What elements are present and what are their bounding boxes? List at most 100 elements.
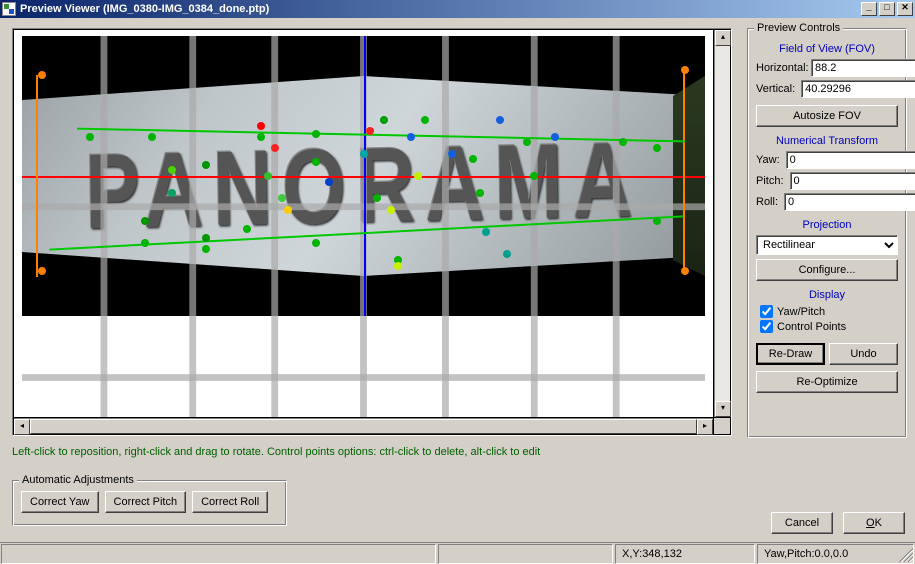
app-icon: [2, 2, 16, 16]
control-point-dot[interactable]: [38, 71, 46, 79]
control-point-dot[interactable]: [202, 161, 210, 169]
control-point-dot[interactable]: [476, 189, 484, 197]
scroll-right-icon[interactable]: ▸: [697, 419, 713, 435]
status-pane-2: [438, 544, 613, 564]
preview-controls-title: Preview Controls: [754, 22, 843, 34]
control-point-dot[interactable]: [407, 133, 415, 141]
scroll-down-icon[interactable]: ▾: [715, 401, 731, 417]
control-point-dot[interactable]: [38, 267, 46, 275]
control-point-dot[interactable]: [168, 189, 176, 197]
control-point-dot[interactable]: [257, 122, 265, 130]
horizontal-input[interactable]: [811, 59, 915, 77]
reoptimize-button[interactable]: Re-Optimize: [756, 371, 898, 393]
maximize-button[interactable]: □: [879, 2, 895, 16]
correct-yaw-button[interactable]: Correct Yaw: [21, 491, 99, 513]
projection-select[interactable]: Rectilinear: [756, 235, 898, 255]
control-point-dot[interactable]: [496, 116, 504, 124]
preview-hscroll[interactable]: ◂ ▸: [14, 418, 713, 434]
correct-roll-button[interactable]: Correct Roll: [192, 491, 268, 513]
vertical-axis: [364, 36, 366, 316]
control-point-dot[interactable]: [86, 133, 94, 141]
control-point-dot[interactable]: [257, 133, 265, 141]
preview-canvas[interactable]: PANORAMA: [14, 30, 713, 417]
auto-adjustments-title: Automatic Adjustments: [19, 474, 137, 486]
auto-adjustments-group: Automatic Adjustments Correct Yaw Correc…: [12, 480, 287, 526]
autosize-fov-button[interactable]: Autosize FOV: [756, 105, 898, 127]
control-point-dot[interactable]: [503, 250, 511, 258]
pitch-label: Pitch:: [756, 175, 790, 187]
control-point-dot[interactable]: [148, 133, 156, 141]
vertical-input[interactable]: [801, 80, 915, 98]
vertical-label: Vertical:: [756, 83, 801, 95]
control-point-dot[interactable]: [271, 144, 279, 152]
control-point-dot[interactable]: [619, 138, 627, 146]
title-bar: Preview Viewer (IMG_0380-IMG_0384_done.p…: [0, 0, 915, 18]
control-point-dot[interactable]: [373, 194, 381, 202]
status-yawpitch: Yaw,Pitch: 0.0,0.0: [757, 544, 914, 564]
yaw-pitch-checkbox[interactable]: Yaw/Pitch: [760, 305, 898, 318]
control-points-label: Control Points: [777, 321, 846, 333]
control-point-dot[interactable]: [312, 130, 320, 138]
control-point-dot[interactable]: [380, 116, 388, 124]
status-bar: X,Y: 348,132 Yaw,Pitch: 0.0,0.0: [0, 542, 915, 564]
roll-label: Roll:: [756, 196, 784, 208]
correct-pitch-button[interactable]: Correct Pitch: [105, 491, 187, 513]
control-point-dot[interactable]: [202, 234, 210, 242]
control-point-dot[interactable]: [394, 262, 402, 270]
preview-frame: PANORAMA ▴ ▾: [12, 28, 732, 436]
scroll-left-icon[interactable]: ◂: [14, 419, 30, 435]
cancel-button[interactable]: Cancel: [771, 512, 833, 534]
control-point-dot[interactable]: [482, 228, 490, 236]
close-button[interactable]: ✕: [897, 2, 913, 16]
control-point-dot[interactable]: [523, 138, 531, 146]
control-point-dot[interactable]: [653, 144, 661, 152]
control-point-dot[interactable]: [243, 225, 251, 233]
control-point-dot[interactable]: [284, 206, 292, 214]
control-point-dot[interactable]: [312, 239, 320, 247]
hint-text: Left-click to reposition, right-click an…: [12, 446, 540, 458]
control-point-dot[interactable]: [366, 127, 374, 135]
roll-input[interactable]: [784, 193, 915, 211]
status-pane-1: [1, 544, 436, 564]
control-point-dot[interactable]: [448, 150, 456, 158]
preview-vscroll[interactable]: ▴ ▾: [714, 30, 730, 417]
control-point-dot[interactable]: [414, 172, 422, 180]
control-point-dot[interactable]: [530, 172, 538, 180]
control-point-dot[interactable]: [469, 155, 477, 163]
control-point-dot[interactable]: [387, 206, 395, 214]
ok-button[interactable]: OK: [843, 512, 905, 534]
projection-section-title: Projection: [756, 219, 898, 231]
control-point-dot[interactable]: [681, 66, 689, 74]
control-point-dot[interactable]: [141, 239, 149, 247]
control-point-dot[interactable]: [264, 172, 272, 180]
display-section-title: Display: [756, 289, 898, 301]
status-xy: X,Y: 348,132: [615, 544, 755, 564]
control-point-dot[interactable]: [168, 166, 176, 174]
scroll-up-icon[interactable]: ▴: [715, 30, 731, 46]
resize-grip-icon[interactable]: [899, 548, 913, 562]
yaw-label: Yaw:: [756, 154, 786, 166]
control-points-checkbox[interactable]: Control Points: [760, 320, 898, 333]
window-title: Preview Viewer (IMG_0380-IMG_0384_done.p…: [20, 3, 859, 15]
control-point-dot[interactable]: [653, 217, 661, 225]
pitch-input[interactable]: [790, 172, 915, 190]
control-point-dot[interactable]: [325, 178, 333, 186]
fov-guide-right: [683, 70, 685, 274]
control-point-dot[interactable]: [551, 133, 559, 141]
control-point-dot[interactable]: [312, 158, 320, 166]
control-point-dot[interactable]: [278, 194, 286, 202]
yaw-pitch-label: Yaw/Pitch: [777, 306, 825, 318]
minimize-button[interactable]: _: [861, 2, 877, 16]
redraw-button[interactable]: Re-Draw: [756, 343, 825, 365]
control-point-dot[interactable]: [141, 217, 149, 225]
transform-section-title: Numerical Transform: [756, 135, 898, 147]
control-point-dot[interactable]: [421, 116, 429, 124]
preview-controls-group: Preview Controls Field of View (FOV) Hor…: [747, 28, 907, 438]
fov-section-title: Field of View (FOV): [756, 43, 898, 55]
control-point-dot[interactable]: [360, 150, 368, 158]
yaw-input[interactable]: [786, 151, 915, 169]
control-point-dot[interactable]: [202, 245, 210, 253]
configure-button[interactable]: Configure...: [756, 259, 898, 281]
control-point-dot[interactable]: [681, 267, 689, 275]
undo-button[interactable]: Undo: [829, 343, 898, 365]
